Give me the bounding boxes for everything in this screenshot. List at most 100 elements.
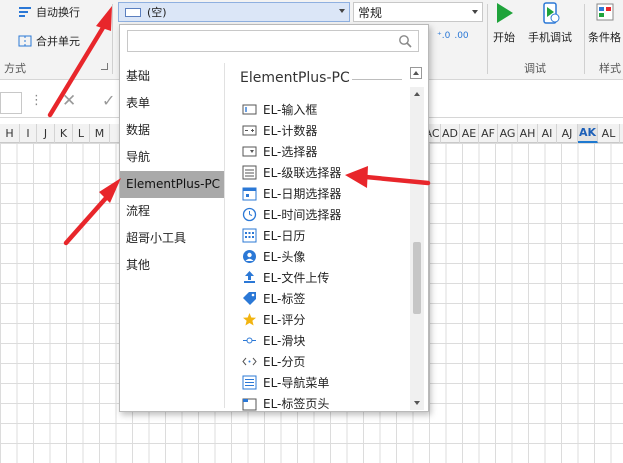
input-icon xyxy=(242,102,257,117)
control-label: EL-头像 xyxy=(263,250,306,264)
more-icon[interactable]: ⋮ xyxy=(30,93,43,108)
style-swatch xyxy=(125,7,141,17)
column-header[interactable]: M xyxy=(90,124,110,143)
control-label: EL-导航菜单 xyxy=(263,376,330,390)
confirm-icon[interactable]: ✓ xyxy=(102,91,115,110)
cell-style-value: (空) xyxy=(147,6,167,19)
control-label: EL-文件上传 xyxy=(263,271,330,285)
control-item[interactable]: EL-文件上传 xyxy=(242,267,402,288)
category-item[interactable]: 其他 xyxy=(120,252,224,279)
name-box[interactable] xyxy=(0,92,22,114)
tag-icon xyxy=(242,291,257,306)
category-item[interactable]: 流程 xyxy=(120,198,224,225)
column-header[interactable]: AL xyxy=(598,124,620,143)
decimal-buttons[interactable]: ⁺.0 .00 xyxy=(437,31,469,41)
control-item[interactable]: EL-标签页头 xyxy=(242,393,402,414)
category-item[interactable]: 基础 xyxy=(120,63,224,90)
control-item[interactable]: EL-分页 xyxy=(242,351,402,372)
collapse-button[interactable] xyxy=(410,67,422,79)
column-header[interactable]: H xyxy=(0,124,20,143)
panel-title: ElementPlus-PC xyxy=(240,70,350,86)
category-item[interactable]: 导航 xyxy=(120,144,224,171)
control-item[interactable]: EL-选择器 xyxy=(242,141,402,162)
control-label: EL-输入框 xyxy=(263,103,318,117)
control-item[interactable]: EL-级联选择器 xyxy=(242,162,402,183)
control-item[interactable]: EL-导航菜单 xyxy=(242,372,402,393)
category-item[interactable]: 表单 xyxy=(120,90,224,117)
column-header[interactable]: K xyxy=(55,124,73,143)
search-icon[interactable] xyxy=(398,34,412,48)
column-header[interactable]: AD xyxy=(441,124,460,143)
cancel-icon[interactable]: ✕ xyxy=(62,91,76,111)
upload-icon xyxy=(242,270,257,285)
control-label: EL-标签页头 xyxy=(263,397,330,411)
control-label: EL-标签 xyxy=(263,292,306,306)
chevron-down-icon xyxy=(472,10,478,14)
number-format-select[interactable]: 常规 xyxy=(353,2,483,22)
column-header[interactable]: AF xyxy=(479,124,498,143)
popup-scrollbar[interactable] xyxy=(410,87,424,410)
mobile-debug-icon xyxy=(543,2,560,24)
category-item[interactable]: 超哥小工具 xyxy=(120,225,224,252)
control-item[interactable]: EL-滑块 xyxy=(242,330,402,351)
control-list: EL-输入框 EL-计数器 EL-选择器 EL-级联选择器 EL-日期选择器 E… xyxy=(242,99,402,414)
scroll-down-icon[interactable] xyxy=(410,396,424,410)
column-header[interactable]: I xyxy=(20,124,37,143)
mobile-debug-button[interactable]: 手机调试 xyxy=(528,2,572,45)
column-header[interactable]: L xyxy=(73,124,90,143)
wrap-text-icon xyxy=(18,5,32,19)
column-header[interactable]: AI xyxy=(538,124,557,143)
merge-icon xyxy=(18,34,32,48)
search-input[interactable] xyxy=(127,30,419,52)
control-item[interactable]: EL-输入框 xyxy=(242,99,402,120)
conditional-format-icon xyxy=(596,3,613,21)
menu-icon xyxy=(242,375,257,390)
merge-cells-button[interactable]: 合并单元 xyxy=(18,33,80,49)
control-label: EL-评分 xyxy=(263,313,306,327)
star-icon xyxy=(242,312,257,327)
control-item[interactable]: EL-时间选择器 xyxy=(242,204,402,225)
control-item[interactable]: EL-头像 xyxy=(242,246,402,267)
category-item[interactable]: 数据 xyxy=(120,117,224,144)
avatar-icon xyxy=(242,249,257,264)
conditional-format-label: 条件格 xyxy=(588,31,621,44)
control-label: EL-滑块 xyxy=(263,334,306,348)
clock-icon xyxy=(242,207,257,222)
increase-decimal-icon: ⁺.0 xyxy=(437,31,451,41)
counter-icon xyxy=(242,123,257,138)
play-icon xyxy=(497,3,513,23)
autowrap-label: 自动换行 xyxy=(36,6,80,19)
control-item[interactable]: EL-计数器 xyxy=(242,120,402,141)
column-header[interactable]: AJ xyxy=(557,124,578,143)
chevron-down-icon xyxy=(339,9,345,13)
scroll-thumb[interactable] xyxy=(413,242,421,314)
category-item-selected[interactable]: ElementPlus-PC xyxy=(120,171,224,198)
scroll-up-icon[interactable] xyxy=(410,87,424,101)
control-item[interactable]: EL-日历 xyxy=(242,225,402,246)
tabs-icon xyxy=(242,396,257,411)
control-label: EL-级联选择器 xyxy=(263,166,342,180)
control-label: EL-选择器 xyxy=(263,145,318,159)
column-header-active[interactable]: AK xyxy=(578,124,598,143)
column-header[interactable]: AH xyxy=(518,124,538,143)
date-picker-icon xyxy=(242,186,257,201)
control-item[interactable]: EL-日期选择器 xyxy=(242,183,402,204)
align-group-launcher[interactable] xyxy=(101,63,108,70)
control-label: EL-计数器 xyxy=(263,124,318,138)
control-item[interactable]: EL-评分 xyxy=(242,309,402,330)
column-header[interactable]: J xyxy=(37,124,55,143)
category-list: 基础 表单 数据 导航 ElementPlus-PC 流程 超哥小工具 其他 xyxy=(120,63,224,279)
column-header[interactable]: AG xyxy=(498,124,518,143)
slider-icon xyxy=(242,333,257,348)
select-icon xyxy=(242,144,257,159)
conditional-format-button[interactable]: 条件格 xyxy=(588,2,621,45)
autowrap-button[interactable]: 自动换行 xyxy=(18,4,80,20)
control-label: EL-日期选择器 xyxy=(263,187,342,201)
decrease-decimal-icon: .00 xyxy=(454,31,469,41)
align-group-label: 方式 xyxy=(4,62,26,75)
calendar-icon xyxy=(242,228,257,243)
start-button[interactable]: 开始 xyxy=(493,2,515,45)
cell-style-select[interactable]: (空) xyxy=(118,2,350,22)
control-item[interactable]: EL-标签 xyxy=(242,288,402,309)
column-header[interactable]: AE xyxy=(460,124,479,143)
